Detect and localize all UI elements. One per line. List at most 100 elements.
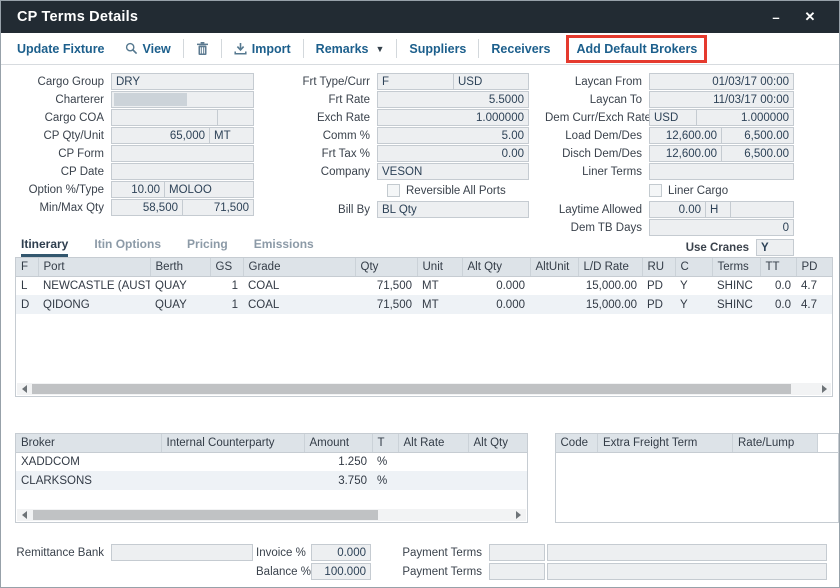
comm-pct-field[interactable]: 5.00 — [377, 127, 529, 144]
payment-terms-desc-field[interactable] — [547, 563, 827, 580]
broker-hscrollbar[interactable] — [17, 509, 526, 521]
suppliers-button[interactable]: Suppliers — [399, 42, 476, 56]
col-altunit[interactable]: AltUnit — [530, 258, 578, 276]
cp-date-field[interactable] — [111, 163, 254, 180]
scroll-left-icon[interactable] — [17, 383, 31, 395]
cell-alt-rate[interactable] — [398, 471, 468, 490]
cell-f[interactable]: L — [16, 276, 38, 295]
minimize-icon[interactable]: – — [759, 1, 793, 33]
cargo-group-field[interactable]: DRY — [111, 73, 254, 90]
cell-alt-qty[interactable]: 0.000 — [462, 295, 530, 314]
scroll-left-icon[interactable] — [17, 509, 31, 521]
cell-grade[interactable]: COAL — [243, 295, 355, 314]
broker-row[interactable]: XADDCOM 1.250 % — [16, 452, 528, 471]
cell-gs[interactable]: 1 — [210, 295, 243, 314]
cell-terms[interactable]: SHINC — [712, 295, 760, 314]
scroll-right-icon[interactable] — [512, 509, 526, 521]
company-field[interactable]: VESON — [377, 163, 529, 180]
cell-amount[interactable]: 1.250 — [304, 452, 372, 471]
col-qty[interactable]: Qty — [355, 258, 417, 276]
laycan-to-field[interactable]: 11/03/17 00:00 — [649, 91, 794, 108]
bill-by-field[interactable]: BL Qty — [377, 201, 529, 218]
col-alt-qty[interactable]: Alt Qty — [462, 258, 530, 276]
option-type-field[interactable]: MOLOO — [164, 181, 254, 198]
cp-qty-field[interactable]: 65,000 — [111, 127, 210, 144]
import-button[interactable]: Import — [224, 42, 301, 56]
tab-itin-options[interactable]: Itin Options — [94, 237, 161, 257]
cell-qty[interactable]: 71,500 — [355, 295, 417, 314]
cargo-coa-field[interactable] — [111, 109, 218, 126]
col-amount[interactable]: Amount — [304, 434, 372, 452]
col-port[interactable]: Port — [38, 258, 150, 276]
cell-altunit[interactable] — [530, 295, 578, 314]
cell-berth[interactable]: QUAY — [150, 276, 210, 295]
cell-internal-counterparty[interactable] — [161, 471, 304, 490]
cell-terms[interactable]: SHINC — [712, 276, 760, 295]
tab-pricing[interactable]: Pricing — [187, 237, 228, 257]
cell-alt-qty[interactable] — [468, 452, 528, 471]
reversible-all-ports-checkbox[interactable] — [387, 184, 400, 197]
col-unit[interactable]: Unit — [417, 258, 462, 276]
col-berth[interactable]: Berth — [150, 258, 210, 276]
cell-t[interactable]: % — [372, 452, 398, 471]
frt-tax-pct-field[interactable]: 0.00 — [377, 145, 529, 162]
cargo-coa-field-2[interactable] — [217, 109, 254, 126]
laytime-unit-field[interactable]: H — [705, 201, 731, 218]
cell-alt-rate[interactable] — [398, 452, 468, 471]
cell-grade[interactable]: COAL — [243, 276, 355, 295]
itinerary-hscrollbar[interactable] — [17, 383, 831, 395]
load-des-field[interactable]: 6,500.00 — [721, 127, 794, 144]
frt-curr-field[interactable]: USD — [453, 73, 529, 90]
cell-alt-qty[interactable] — [468, 471, 528, 490]
col-ru[interactable]: RU — [642, 258, 675, 276]
scroll-thumb[interactable] — [33, 510, 378, 520]
cell-gs[interactable]: 1 — [210, 276, 243, 295]
col-extra-freight-term[interactable]: Extra Freight Term — [598, 434, 733, 452]
min-qty-field[interactable]: 58,500 — [111, 199, 183, 216]
disch-dem-field[interactable]: 12,600.00 — [649, 145, 722, 162]
cell-ru[interactable]: PD — [642, 276, 675, 295]
cell-ld-rate[interactable]: 15,000.00 — [578, 276, 642, 295]
dem-tb-days-field[interactable]: 0 — [649, 219, 794, 236]
cell-tt[interactable]: 0.0 — [760, 276, 796, 295]
delete-button[interactable] — [186, 42, 219, 56]
cell-port[interactable]: NEWCASTLE (AUST — [38, 276, 150, 295]
col-f[interactable]: F — [16, 258, 38, 276]
cp-form-field[interactable] — [111, 145, 254, 162]
col-terms[interactable]: Terms — [712, 258, 760, 276]
col-pd[interactable]: PD — [796, 258, 833, 276]
col-rate-lump[interactable]: Rate/Lump — [733, 434, 818, 452]
laytime-extra-field[interactable] — [730, 201, 794, 218]
col-code[interactable]: Code — [556, 434, 598, 452]
col-alt-rate[interactable]: Alt Rate — [398, 434, 468, 452]
broker-row[interactable]: CLARKSONS 3.750 % — [16, 471, 528, 490]
cell-broker[interactable]: CLARKSONS — [16, 471, 161, 490]
cell-tt[interactable]: 0.0 — [760, 295, 796, 314]
col-grade[interactable]: Grade — [243, 258, 355, 276]
payment-terms-code-field[interactable] — [489, 563, 545, 580]
scroll-right-icon[interactable] — [817, 383, 831, 395]
balance-pct-field[interactable]: 100.000 — [311, 563, 371, 580]
close-icon[interactable]: ✕ — [793, 1, 827, 33]
update-fixture-button[interactable]: Update Fixture — [15, 42, 115, 56]
payment-terms-desc-field[interactable] — [547, 544, 827, 561]
cell-unit[interactable]: MT — [417, 295, 462, 314]
cell-t[interactable]: % — [372, 471, 398, 490]
cp-unit-field[interactable]: MT — [209, 127, 254, 144]
cell-internal-counterparty[interactable] — [161, 452, 304, 471]
cell-amount[interactable]: 3.750 — [304, 471, 372, 490]
cell-port[interactable]: QIDONG — [38, 295, 150, 314]
itinerary-row-discharge[interactable]: D QIDONG QUAY 1 COAL 71,500 MT 0.000 15,… — [16, 295, 833, 314]
cell-unit[interactable]: MT — [417, 276, 462, 295]
tab-emissions[interactable]: Emissions — [254, 237, 314, 257]
cell-qty[interactable]: 71,500 — [355, 276, 417, 295]
liner-terms-field[interactable] — [649, 163, 794, 180]
cell-c[interactable]: Y — [675, 276, 712, 295]
col-t[interactable]: T — [372, 434, 398, 452]
cell-berth[interactable]: QUAY — [150, 295, 210, 314]
cell-ld-rate[interactable]: 15,000.00 — [578, 295, 642, 314]
receivers-button[interactable]: Receivers — [481, 42, 560, 56]
tab-itinerary[interactable]: Itinerary — [21, 237, 68, 257]
cell-f[interactable]: D — [16, 295, 38, 314]
col-ld-rate[interactable]: L/D Rate — [578, 258, 642, 276]
